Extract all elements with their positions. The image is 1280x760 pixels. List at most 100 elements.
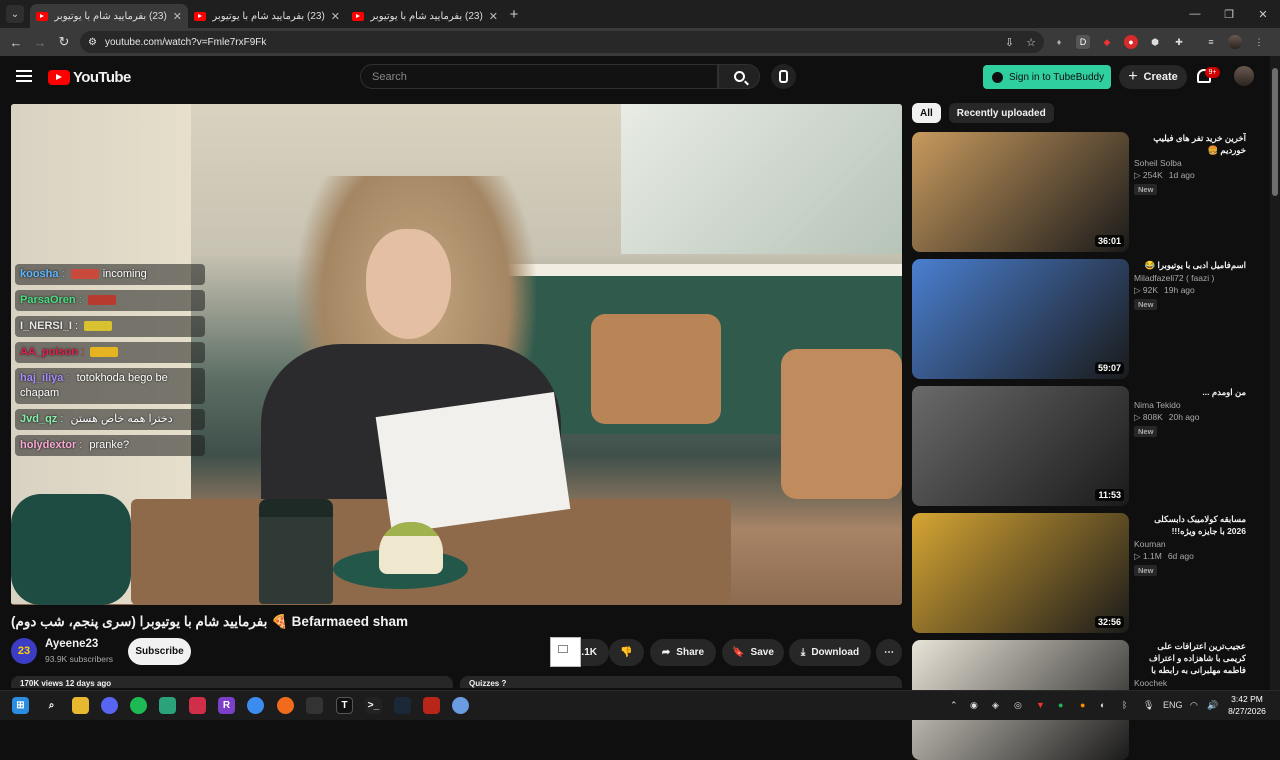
file-explorer-icon[interactable] [72,697,89,714]
page-scrollbar[interactable] [1270,56,1280,690]
tab-search-button[interactable]: ⌄ [6,5,24,23]
rockstar-icon[interactable]: R [218,697,235,714]
save-button[interactable]: 🔖 Save [722,639,784,666]
tray-app-icon[interactable]: ◉ [970,700,978,711]
browser-tab[interactable]: (23) بفرمایید شام با یوتیوبرا (سری ✕ [30,4,188,28]
tray-spotify-icon[interactable]: ● [1058,700,1063,710]
video-player[interactable]: koosha : incoming ParsaOren : I_NERSI_I :… [11,104,902,605]
recommended-video[interactable]: 11:53 من اومدم ... Nima Tekido ▷ 808K 20h ag… [912,386,1272,506]
channel-name[interactable]: Koochek [1134,678,1246,688]
recommended-video[interactable]: 36:01 آخرین خرید تفر های فیلیپ خوردیم 🍔 So… [912,132,1272,252]
video-thumbnail[interactable]: 32:56 [912,513,1129,633]
chip-recently-uploaded[interactable]: Recently uploaded [948,103,1054,123]
volume-icon[interactable]: 🔊 [1207,700,1218,711]
tray-app-icon[interactable]: ▼ [1036,700,1045,710]
address-bar[interactable]: ⚙ youtube.com/watch?v=Fmle7rxF9Fk ⇩ ☆ [80,31,1044,53]
shield-icon[interactable]: ⬢ [1148,35,1162,49]
hamburger-menu-icon[interactable] [16,70,32,82]
video-title[interactable]: من اومدم ... [1134,386,1246,398]
tray-app-icon[interactable]: ◐ [1100,700,1105,710]
download-button[interactable]: ⤓ Download [789,639,871,666]
channel-name[interactable]: Nima Tekido [1134,400,1246,410]
chat-separator: : [71,320,82,332]
extension-icon[interactable]: ● [1124,35,1138,49]
steam-icon[interactable] [394,697,411,714]
chrome-icon[interactable] [247,697,264,714]
input-language[interactable]: ENG [1163,700,1183,710]
wifi-icon[interactable]: ◠ [1190,700,1198,711]
spotify-icon[interactable] [130,697,147,714]
video-title[interactable]: عجیب‌ترین اعترافات علی کریمی با شاهزاده … [1134,640,1246,676]
tray-steam-icon[interactable]: ◎ [1014,700,1022,711]
recommended-video[interactable]: 59:07 اسم‌فامیل ادبی با یوتیوبرا 😂 Miladfa… [912,259,1272,379]
minimize-icon[interactable]: — [1178,0,1212,28]
new-tab-button[interactable]: + [504,6,524,23]
video-thumbnail[interactable]: 11:53 [912,386,1129,506]
reading-list-icon[interactable]: ≡ [1204,35,1218,49]
share-button[interactable]: ➦ Share [650,639,716,666]
channel-avatar[interactable]: 23 [11,638,37,664]
app-icon[interactable] [189,697,206,714]
chip-all[interactable]: All [912,103,941,123]
system-clock[interactable]: 3:42 PM 8/27/2026 [1226,693,1268,717]
app-icon[interactable] [159,697,176,714]
firefox-icon[interactable] [277,697,294,714]
extension-icon[interactable]: ◆ [1100,35,1114,49]
video-title[interactable]: آخرین خرید تفر های فیلیپ خوردیم 🍔 [1134,132,1246,156]
windows-start-icon[interactable]: ⊞ [12,697,29,714]
discord-icon[interactable] [101,697,118,714]
tab-close-button[interactable]: ✕ [489,10,498,23]
description-box[interactable]: 170K views 12 days ago [11,676,453,688]
more-actions-button[interactable]: ⋯ [876,639,902,666]
like-thumb-icon[interactable] [550,637,581,667]
tab-close-button[interactable]: ✕ [331,10,340,23]
search-input[interactable]: Search [360,64,718,89]
quizzes-box[interactable]: Quizzes ? [460,676,902,688]
extension-icon[interactable]: D [1076,35,1090,49]
subscribe-button[interactable]: Subscribe [128,638,191,665]
video-title[interactable]: مسابقه کولامیبک دابسکلی 2026 با جایزه وی… [1134,513,1246,537]
channel-name[interactable]: Soheil Solba [1134,158,1246,168]
account-avatar[interactable] [1234,66,1254,86]
video-thumbnail[interactable]: 59:07 [912,259,1129,379]
search-icon[interactable]: ⌕ [43,697,60,714]
menu-kebab-icon[interactable]: ⋮ [1252,35,1266,49]
tray-mic-icon[interactable]: 🎙 [1143,700,1154,711]
voice-search-icon[interactable] [771,64,796,89]
dislike-button[interactable]: 👎 [609,639,644,666]
browser-tab[interactable]: (23) بفرمایید شام با یوتیوبرا (سری ✕ [188,4,346,28]
site-info-icon[interactable]: ⚙ [88,37,97,48]
puzzle-icon[interactable]: ✚ [1172,35,1186,49]
tubebuddy-signin-button[interactable]: Sign in to TubeBuddy [983,65,1111,89]
extension-icon[interactable]: ♦ [1052,35,1066,49]
app-icon[interactable] [306,697,323,714]
app-icon[interactable] [452,697,469,714]
video-thumbnail[interactable]: 36:01 [912,132,1129,252]
dota-icon[interactable] [423,697,440,714]
profile-avatar[interactable] [1228,35,1242,49]
tray-app-icon[interactable]: ◈ [992,700,999,711]
maximize-icon[interactable]: ❐ [1212,0,1246,28]
channel-name[interactable]: Kouman [1134,539,1246,549]
tab-close-button[interactable]: ✕ [173,10,182,23]
terminal-icon[interactable]: >_ [365,697,382,714]
browser-tab[interactable]: (23) بفرمایید شام با یوتیوبرا (سری ✕ [346,4,504,28]
tray-bluetooth-icon[interactable]: ᛒ [1122,700,1127,710]
recommended-video[interactable]: 32:56 مسابقه کولامیبک دابسکلی 2026 با جای… [912,513,1272,633]
reload-icon[interactable]: ↻ [52,34,76,50]
close-window-icon[interactable]: ✕ [1246,0,1280,28]
bookmark-star-icon[interactable]: ☆ [1026,36,1036,49]
tray-chevron-icon[interactable]: ⌃ [950,700,958,711]
typora-icon[interactable]: T [336,697,353,714]
forward-icon[interactable]: → [28,35,52,50]
channel-name[interactable]: Ayeene23 [45,638,98,650]
search-button[interactable] [718,64,760,89]
create-button[interactable]: + Create [1119,65,1187,89]
install-app-icon[interactable]: ⇩ [1005,36,1014,49]
youtube-logo[interactable]: YouTube [48,69,131,86]
video-title[interactable]: اسم‌فامیل ادبی با یوتیوبرا 😂 [1134,259,1246,271]
back-icon[interactable]: ← [4,35,28,50]
scrollbar-thumb[interactable] [1272,68,1278,196]
channel-name[interactable]: Miladfazeli72 ( faazi ) [1134,273,1246,283]
tray-app-icon[interactable]: ● [1080,700,1085,710]
